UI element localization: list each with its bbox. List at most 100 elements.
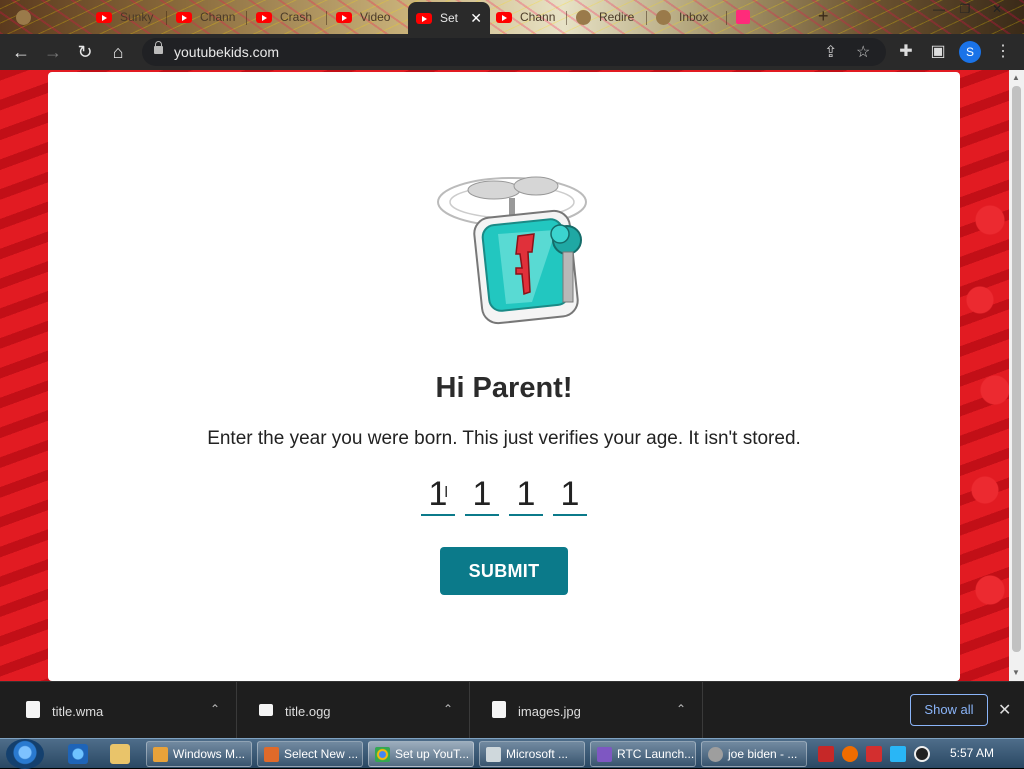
close-window-icon[interactable]: ✕ (984, 0, 1010, 18)
tab-close-icon[interactable]: ✕ (470, 10, 482, 27)
tray-volume-icon[interactable] (914, 746, 930, 762)
age-gate-card: Hi Parent! Enter the year you were born.… (48, 72, 960, 681)
home-icon[interactable]: ⌂ (106, 40, 130, 64)
download-item[interactable]: images.jpg ⌃ (470, 682, 703, 739)
taskbar-item[interactable]: joe biden - ... (701, 741, 807, 767)
chevron-up-icon[interactable]: ⌃ (210, 702, 220, 716)
restore-icon[interactable]: ❐ (952, 0, 978, 18)
youtube-favicon-icon (176, 11, 192, 23)
minimize-icon[interactable]: — (926, 0, 952, 18)
microsoft-window-icon (486, 747, 501, 762)
tab-4[interactable]: Video (328, 4, 407, 30)
file-explorer-icon[interactable] (110, 744, 130, 764)
bookmark-star-icon[interactable]: ☆ (856, 42, 870, 62)
share-icon[interactable]: ⇪ (824, 42, 837, 62)
year-digit-2-input[interactable]: 1 (465, 472, 499, 516)
tab-5-active[interactable]: Set ✕ (408, 2, 490, 34)
browser-tab-strip: Sunky Chann Crash Video Set ✕ Chann Redi… (0, 0, 1024, 34)
close-shelf-icon[interactable]: ✕ (998, 700, 1011, 720)
search-app-icon (708, 747, 723, 762)
page-title: Hi Parent! (435, 372, 573, 404)
tab-3[interactable]: Crash (248, 4, 327, 30)
text-cursor-icon: I (444, 484, 449, 501)
paint-icon (264, 747, 279, 762)
tab-label: Redire (599, 10, 635, 24)
chevron-up-icon[interactable]: ⌃ (443, 702, 453, 716)
youtube-favicon-icon (96, 11, 112, 23)
tab-2[interactable]: Chann (168, 4, 247, 30)
tab-label: Video (360, 10, 391, 24)
new-tab-button[interactable]: + (818, 6, 829, 27)
rtc-launcher-icon (597, 747, 612, 762)
year-digit-4-input[interactable]: 1 (553, 472, 587, 516)
year-digit-1-input[interactable]: 1 (421, 472, 455, 516)
taskbar-item[interactable]: Windows M... (146, 741, 252, 767)
address-bar[interactable]: youtubekids.com ⇪ ☆ (142, 38, 886, 66)
side-panel-icon[interactable]: ▣ (928, 42, 948, 62)
download-item[interactable]: title.ogg ⌃ (237, 682, 470, 739)
download-item[interactable]: title.wma ⌃ (4, 682, 237, 739)
tab-6[interactable]: Chann (488, 4, 567, 30)
chevron-up-icon[interactable]: ⌃ (676, 702, 686, 716)
menu-kebab-icon[interactable]: ⋮ (993, 42, 1013, 62)
reload-icon[interactable]: ↻ (73, 40, 97, 64)
extensions-puzzle-icon[interactable]: ✚ (896, 42, 916, 62)
youtube-favicon-icon (416, 12, 432, 24)
tab-label: Crash (280, 10, 313, 24)
tab-label: Sunky (120, 10, 154, 24)
image-file-icon (492, 701, 506, 718)
taskbar-item-label: Select New ... (284, 747, 359, 761)
taskbar-item[interactable]: Select New ... (257, 741, 363, 767)
tray-search-icon[interactable] (842, 746, 858, 762)
tray-flag-icon[interactable] (866, 746, 882, 762)
page-scrollbar[interactable]: ▲ ▼ (1009, 70, 1024, 681)
taskbar-item[interactable]: Microsoft ... (479, 741, 585, 767)
download-shelf: title.wma ⌃ title.ogg ⌃ images.jpg ⌃ Sho… (0, 681, 1024, 739)
url-text: youtubekids.com (174, 44, 280, 60)
windows-media-icon (153, 747, 168, 762)
back-arrow-icon[interactable]: ← (9, 40, 33, 64)
tab-0[interactable] (8, 4, 48, 30)
youtube-favicon-icon (256, 11, 272, 23)
tray-network-icon[interactable] (890, 746, 906, 762)
page-viewport: Hi Parent! Enter the year you were born.… (0, 70, 1009, 681)
download-filename: title.wma (52, 704, 104, 719)
browser-toolbar: ← → ↻ ⌂ youtubekids.com ⇪ ☆ ✚ ▣ S ⋮ (0, 34, 1024, 70)
download-filename: images.jpg (518, 704, 581, 719)
submit-button[interactable]: SUBMIT (440, 547, 568, 595)
taskbar-item-label: Windows M... (173, 747, 246, 761)
system-clock[interactable]: 5:57 AM (950, 746, 994, 760)
year-digit-3-input[interactable]: 1 (509, 472, 543, 516)
tray-app-icon[interactable] (818, 746, 834, 762)
youtube-favicon-icon (496, 11, 512, 23)
youtube-favicon-icon (336, 11, 352, 23)
tab-label: Chann (520, 10, 556, 24)
tab-7[interactable]: Redire (568, 4, 647, 30)
taskbar-item-label: RTC Launch... (617, 747, 695, 761)
tab-1[interactable]: Sunky (88, 4, 167, 30)
gmail-favicon-icon (656, 9, 671, 25)
taskbar-item-active[interactable]: Set up YouT... (368, 741, 474, 767)
tab-label: Chann (200, 10, 236, 24)
download-filename: title.ogg (285, 704, 331, 719)
scroll-down-arrow-icon[interactable]: ▼ (1012, 668, 1020, 677)
taskbar-item-label: joe biden - ... (728, 747, 798, 761)
tab-label: Set (440, 11, 459, 25)
tab-label: Inbox (679, 10, 709, 24)
download-favicon-icon (736, 10, 750, 24)
birth-year-instruction: Enter the year you were born. This just … (207, 428, 801, 449)
start-button[interactable] (6, 739, 44, 769)
scroll-up-arrow-icon[interactable]: ▲ (1012, 73, 1020, 82)
audio-file-icon (26, 701, 40, 718)
internet-explorer-icon[interactable] (68, 744, 88, 764)
chrome-icon (375, 747, 390, 762)
windows-taskbar: Windows M... Select New ... Set up YouT.… (0, 738, 1024, 769)
taskbar-item[interactable]: RTC Launch... (590, 741, 696, 767)
tab-9[interactable] (728, 4, 807, 30)
scrollbar-thumb[interactable] (1012, 86, 1021, 652)
profile-avatar[interactable]: S (959, 41, 981, 63)
tab-8[interactable]: Inbox (648, 4, 727, 30)
show-all-downloads-button[interactable]: Show all (910, 694, 988, 726)
forward-arrow-icon[interactable]: → (41, 40, 65, 64)
site-favicon-icon (16, 9, 31, 25)
